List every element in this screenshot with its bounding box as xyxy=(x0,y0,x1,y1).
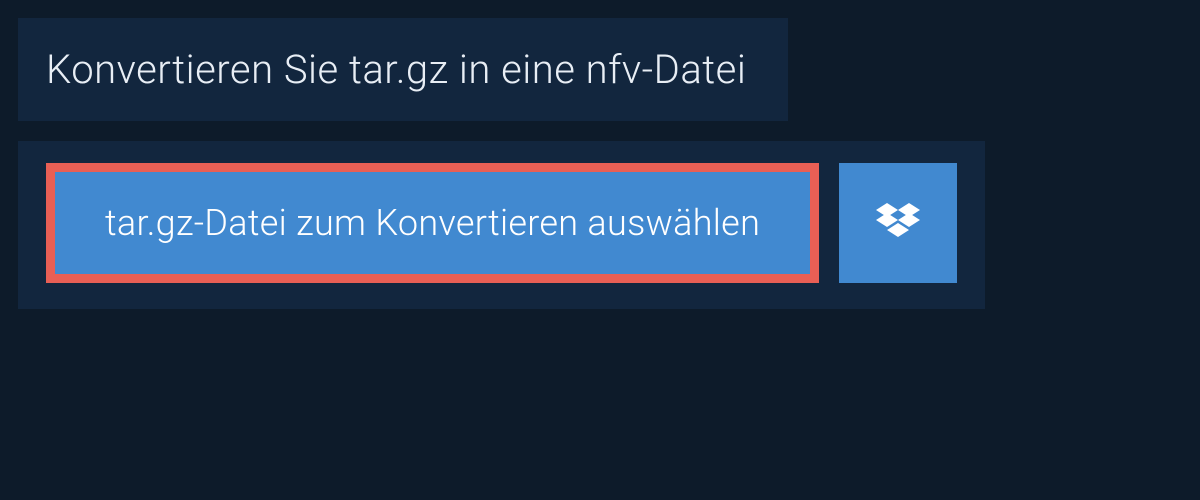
page-title: Konvertieren Sie tar.gz in eine nfv-Date… xyxy=(46,46,746,93)
dropbox-icon xyxy=(876,203,920,243)
dropbox-button[interactable] xyxy=(839,163,957,283)
main-container: Konvertieren Sie tar.gz in eine nfv-Date… xyxy=(0,0,1200,309)
select-file-button[interactable]: tar.gz-Datei zum Konvertieren auswählen xyxy=(46,163,819,283)
title-bar: Konvertieren Sie tar.gz in eine nfv-Date… xyxy=(18,18,788,121)
button-panel: tar.gz-Datei zum Konvertieren auswählen xyxy=(18,141,985,309)
select-file-label: tar.gz-Datei zum Konvertieren auswählen xyxy=(105,202,760,244)
